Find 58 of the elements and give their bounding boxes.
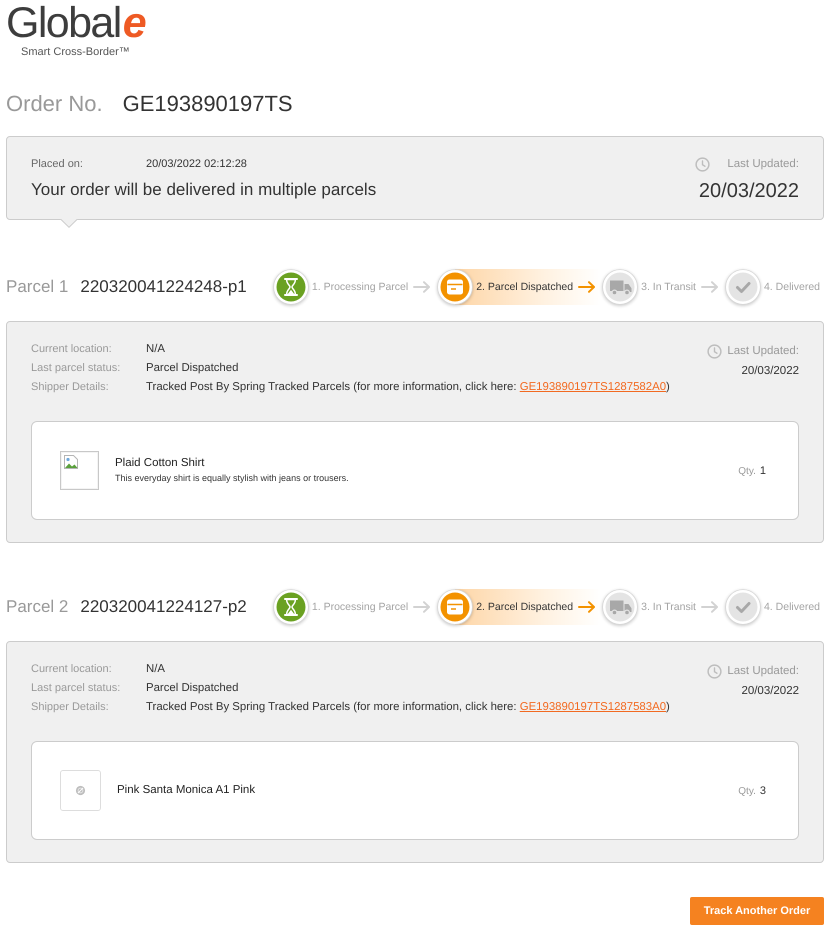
detail-label: Shipper Details: [31,380,110,395]
parcel-label: Parcel 1 [6,277,68,297]
last-updated-date: 20/03/2022 [741,684,799,699]
placed-on-label: Placed on: [31,157,84,172]
broken-image-icon [63,454,79,470]
item-name: Pink Santa Monica A1 Pink [117,783,256,798]
order-label: Order No. [6,90,103,118]
no-image-icon [75,785,86,796]
qty-value: 1 [760,464,766,476]
detail-value: Tracked Post By Spring Tracked Parcels (for more information, click here: GE193890197TS1287583A0) [146,700,670,715]
step-label: 4. Delivered [764,601,820,613]
detail-label: Current location: [31,662,113,677]
step-label: 3. In Transit [641,601,696,613]
parcel-label: Parcel 2 [6,597,68,617]
detail-label: Last parcel status: [31,681,122,696]
tracking-link[interactable]: GE193890197TS1287583A0 [520,701,666,713]
detail-value: Parcel Dispatched [146,681,238,696]
clock-icon [695,156,710,172]
arrow-icon [578,601,596,613]
last-updated-label: Last Updated: [727,344,799,359]
placed-on-date: 20/03/2022 02:12:28 [146,157,247,172]
step-label: 1. Processing Parcel [312,281,408,293]
last-updated-date: 20/03/2022 [698,179,799,204]
step-label: 3. In Transit [641,281,696,293]
qty-value: 3 [760,784,766,796]
last-updated-label: Last Updated: [727,664,799,679]
parcel-number: 220320041224248-p1 [80,277,247,297]
detail-value: Tracked Post By Spring Tracked Parcels (for more information, click here: GE193890197TS1287582A0) [146,380,670,395]
track-another-order-button[interactable]: Track Another Order [690,897,824,925]
detail-value: Parcel Dispatched [146,361,238,376]
tracking-link[interactable]: GE193890197TS1287582A0 [520,381,666,393]
order-number: GE193890197TS [122,90,293,118]
logo-wordmark: Globale [6,3,146,43]
arrow-icon [413,281,432,293]
parcel-number: 220320041224127-p2 [80,597,247,617]
item-name: Plaid Cotton Shirt [115,456,206,471]
detail-value: N/A [146,342,165,357]
detail-label: Shipper Details: [31,700,110,715]
arrow-icon [578,281,596,293]
step-label: 2. Parcel Dispatched [476,281,574,293]
logo-tagline: Smart Cross-Border™ [21,45,130,59]
step-label: 4. Delivered [764,281,820,293]
clock-icon [707,344,722,358]
arrow-icon [700,601,719,613]
clock-icon [707,664,722,678]
last-updated-label: Last Updated: [727,157,799,172]
arrow-icon [413,601,432,613]
qty-label: Qty. [738,786,756,796]
arrow-icon [700,281,719,293]
item-description: This everyday shirt is equally stylish with jeans or trousers. [115,472,349,485]
detail-label: Current location: [31,342,113,357]
detail-label: Last parcel status: [31,361,122,376]
last-updated-date: 20/03/2022 [741,364,799,379]
step-label: 1. Processing Parcel [312,601,408,613]
step-label: 2. Parcel Dispatched [476,601,574,613]
detail-value: N/A [146,662,165,677]
qty-label: Qty. [738,466,756,476]
delivery-message: Your order will be delivered in multiple parcels [31,179,376,201]
